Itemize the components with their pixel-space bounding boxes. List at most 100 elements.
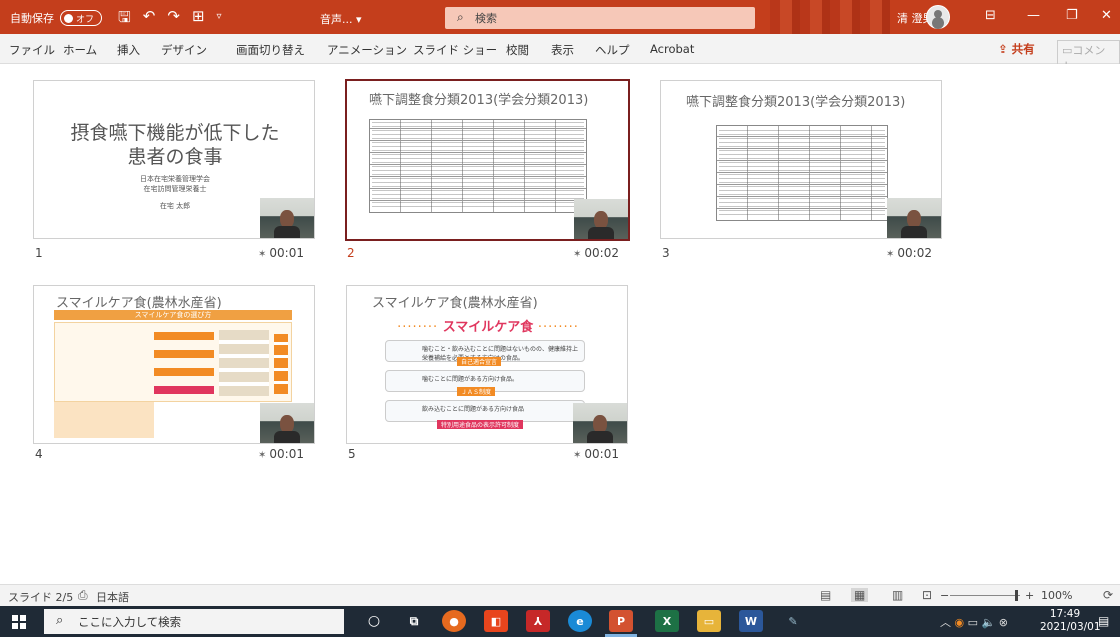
slideshow-view-icon[interactable]: ⊡ (922, 588, 932, 602)
windows-logo-icon (12, 615, 18, 621)
slide-sorter: 摂食嚥下機能が低下した 患者の食事 日本在宅栄養管理学会 在宅訪問管理栄養士 在宅 … (0, 64, 1120, 584)
tab-design[interactable]: デザイン (161, 42, 207, 58)
slide-number: 1 (35, 246, 43, 260)
zoom-in-button[interactable]: + (1025, 589, 1034, 602)
restore-icon[interactable]: ❐ (1066, 8, 1078, 23)
slide-number: 3 (662, 246, 670, 260)
zoom-slider[interactable] (950, 595, 1020, 596)
slide-1-subtitle: 日本在宅栄養管理学会 在宅訪問管理栄養士 (34, 174, 314, 194)
tab-view[interactable]: 表示 (551, 42, 574, 58)
firefox-icon[interactable]: ● (442, 610, 466, 632)
comment-icon: ▭ (1062, 44, 1073, 57)
tab-slideshow[interactable]: スライド ショー (413, 42, 497, 58)
smile-care-logo: ········ スマイルケア食 ········ (347, 316, 627, 335)
notes-icon[interactable]: ▤ (820, 588, 831, 602)
autosave-toggle[interactable]: オフ (60, 10, 102, 26)
minimize-icon[interactable]: — (1027, 8, 1040, 23)
zoom-level[interactable]: 100% (1041, 589, 1072, 602)
share-button[interactable]: ⇪ 共有 (998, 41, 1035, 57)
slide-1-title-line1: 摂食嚥下機能が低下した (70, 122, 280, 144)
slide-4-tag (154, 368, 214, 376)
edge-icon[interactable]: e (568, 610, 592, 632)
tab-animations[interactable]: アニメーション (327, 42, 407, 58)
file-explorer-icon[interactable]: ▭ (697, 610, 721, 632)
fit-slide-icon[interactable]: ⟳ (1103, 588, 1113, 602)
zoom-slider-thumb[interactable] (1015, 590, 1018, 601)
slide-timing: ✶ 00:02 (573, 246, 619, 260)
avatar[interactable] (926, 5, 950, 29)
redo-icon[interactable]: ↷ (167, 7, 180, 32)
slide-number: 5 (348, 447, 356, 461)
system-tray[interactable]: ︿ ◉ ▭ 🔈 ⊗ (940, 614, 1008, 630)
undo-icon[interactable]: ↶ (143, 7, 156, 32)
paint-icon[interactable]: ✎ (781, 610, 805, 632)
file-name-text: 音声... (320, 13, 353, 26)
windows-logo-icon (20, 623, 26, 629)
taskbar: ⌕ ここに入力して検索 ○ ⧉ ● ◧ ⅄ e P X ▭ W ✎ ︿ ◉ ▭ … (0, 606, 1120, 637)
excel-icon[interactable]: X (655, 610, 679, 632)
slide-thumbnail-3[interactable]: 嚥下調整食分類2013(学会分類2013) (660, 80, 942, 239)
toggle-knob-icon (64, 13, 73, 23)
volume-icon[interactable]: 🔈 (982, 616, 996, 629)
language-indicator[interactable]: 日本語 (96, 589, 129, 605)
slide-sorter-view-icon[interactable]: ▦ (851, 588, 869, 602)
powerpoint-icon[interactable]: P (609, 610, 633, 632)
status-bar: スライド 2/5 ⎙ 日本語 ▤ ▦ ▥ ⊡ − + 100% ⟳ (0, 584, 1120, 606)
slide-3-time: 00:02 (897, 246, 932, 260)
file-name[interactable]: 音声... ▾ (320, 11, 362, 27)
taskbar-search-box[interactable]: ⌕ ここに入力して検索 (44, 609, 344, 634)
search-icon: ⌕ (457, 10, 464, 24)
tab-insert[interactable]: 挿入 (117, 42, 140, 58)
share-label: 共有 (1011, 42, 1035, 56)
camera-overlay (260, 403, 314, 443)
slide-4-tag (154, 332, 214, 340)
tab-acrobat[interactable]: Acrobat (650, 42, 694, 56)
cortana-icon[interactable]: ○ (362, 610, 386, 632)
accessibility-icon[interactable]: ⎙ (78, 588, 88, 603)
slide-5-tag-2: ＪＡＳ制度 (457, 387, 496, 396)
customize-qat-icon[interactable]: ▿ (217, 11, 222, 32)
logo-dots: ········ (537, 320, 579, 335)
task-view-icon[interactable]: ⧉ (402, 610, 426, 632)
transition-star-icon: ✶ (258, 249, 267, 260)
acrobat-icon[interactable]: ⅄ (526, 610, 550, 632)
start-button[interactable] (12, 615, 26, 629)
close-icon[interactable]: ✕ (1101, 8, 1112, 23)
tab-transitions[interactable]: 画面切り替え (236, 42, 305, 58)
logo-dots: ········ (397, 320, 439, 335)
ribbon-display-icon[interactable]: ⊟ (985, 8, 996, 23)
slide-thumbnail-5[interactable]: スマイルケア食(農林水産省) ········ スマイルケア食 ········… (346, 285, 628, 444)
tray-chevron-icon[interactable]: ︿ (940, 616, 951, 629)
slide-2-title: 嚥下調整食分類2013(学会分類2013) (369, 93, 589, 108)
save-icon[interactable]: 🖫 (118, 7, 131, 32)
camera-overlay (574, 199, 628, 239)
word-icon[interactable]: W (739, 610, 763, 632)
slide-timing: ✶ 00:01 (258, 447, 304, 461)
tab-help[interactable]: ヘルプ (595, 42, 630, 58)
title-bar: 自動保存 オフ 🖫 ↶ ↷ ⊞ ▿ 音声... ▾ ⌕ 検索 清 澄男 ⊟ — … (0, 0, 1120, 34)
notification-icon[interactable]: ▤ (1098, 614, 1109, 628)
tab-review[interactable]: 校閲 (506, 42, 529, 58)
autosave-control[interactable]: 自動保存 オフ (10, 10, 102, 26)
slide-thumbnail-1[interactable]: 摂食嚥下機能が低下した 患者の食事 日本在宅栄養管理学会 在宅訪問管理栄養士 在宅 … (33, 80, 315, 239)
network-icon[interactable]: ⊗ (999, 616, 1008, 629)
camera-overlay (573, 403, 627, 443)
clock[interactable]: 17:49 2021/03/01 (1040, 608, 1101, 634)
slide-5-row-2-text: 噛むことに問題がある方向け食品。 (422, 376, 519, 383)
office-icon[interactable]: ◧ (484, 610, 508, 632)
reading-view-icon[interactable]: ▥ (892, 588, 903, 602)
slide-4-food-images (219, 330, 269, 396)
slide-5-tag-3: 特別用途食品の表示許可制度 (437, 420, 524, 429)
slide-thumbnail-4[interactable]: スマイルケア食(農林水産省) スマイルケア食の選び方 (33, 285, 315, 444)
share-icon: ⇪ (998, 42, 1008, 56)
slide-4-banner: スマイルケア食の選び方 (54, 310, 292, 320)
title-search-box[interactable]: ⌕ 検索 (445, 7, 755, 29)
present-icon[interactable]: ⊞ (192, 7, 205, 32)
tab-file[interactable]: ファイル (9, 42, 55, 58)
zoom-out-button[interactable]: − (940, 589, 949, 602)
slide-thumbnail-2[interactable]: 嚥下調整食分類2013(学会分類2013) (345, 79, 630, 241)
tab-home[interactable]: ホーム (63, 42, 97, 58)
camera-app-icon[interactable]: ◉ (955, 616, 965, 629)
slide-2-table (369, 119, 587, 213)
battery-icon[interactable]: ▭ (968, 616, 978, 629)
